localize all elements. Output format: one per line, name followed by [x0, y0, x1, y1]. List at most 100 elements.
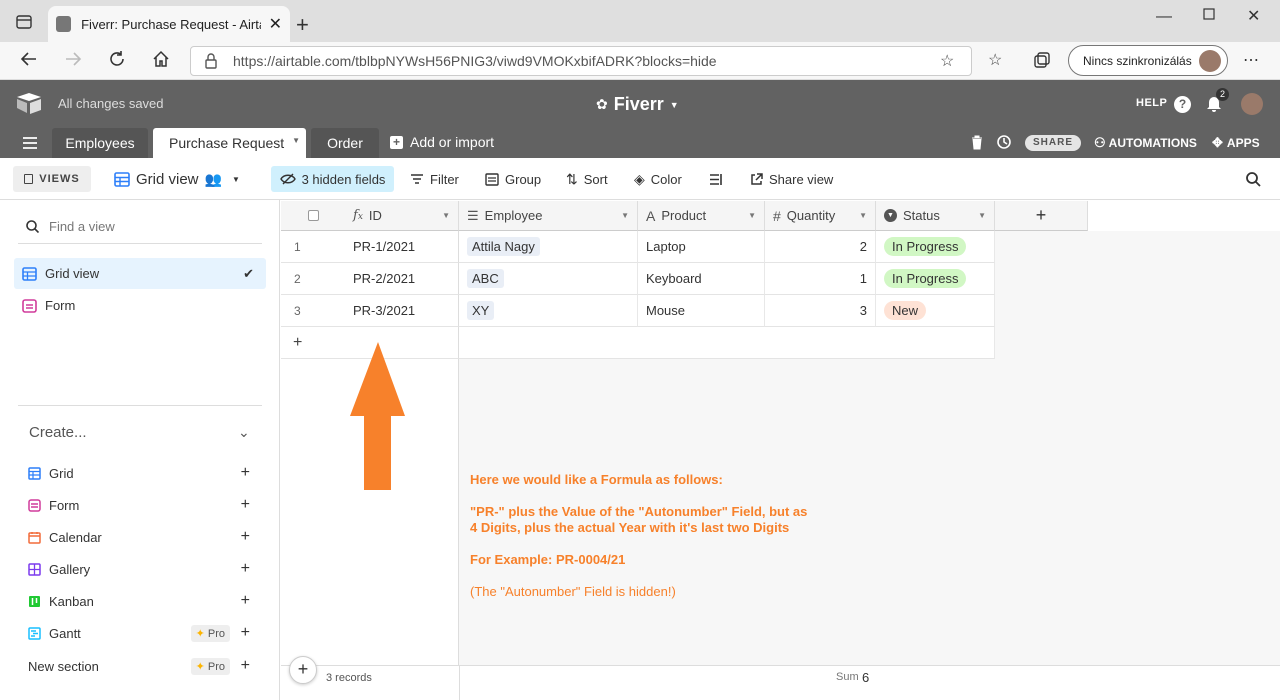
gallery-icon [28, 562, 41, 576]
create-gantt-item[interactable]: Gantt ✦ Pro + [28, 621, 250, 645]
linked-record-chip[interactable]: Attila Nagy [467, 237, 540, 256]
address-bar[interactable]: https://airtable.com/tblbpNYWsH56PNIG3/v… [190, 46, 972, 76]
views-toggle-button[interactable]: VIEWS [13, 166, 91, 192]
user-avatar[interactable] [1241, 93, 1263, 115]
table-tab-order[interactable]: Order [311, 128, 379, 158]
create-calendar-item[interactable]: Calendar + [28, 525, 250, 549]
row-height-button[interactable] [709, 166, 723, 192]
sum-label[interactable]: Sum [836, 671, 859, 683]
add-or-import-button[interactable]: + Add or import [390, 134, 494, 150]
column-header-quantity[interactable]: # Quantity ▼ [765, 201, 876, 231]
share-view-button[interactable]: Share view [750, 166, 833, 192]
favorites-icon[interactable]: ☆ [988, 50, 1002, 70]
find-view-search[interactable]: Find a view [18, 210, 262, 244]
number-field-icon: # [773, 207, 781, 224]
table-tab-purchase-request[interactable]: Purchase Request ▼ [153, 128, 306, 158]
linked-record-chip[interactable]: ABC [467, 269, 504, 288]
create-gallery-item[interactable]: Gallery + [28, 557, 250, 581]
back-icon[interactable] [20, 50, 38, 68]
profile-button[interactable]: Nincs szinkronizálás [1068, 45, 1228, 76]
add-favorite-icon[interactable]: ☆ [940, 51, 954, 71]
cell-id[interactable]: PR-1/2021 [345, 231, 459, 263]
sidebar-view-grid[interactable]: Grid view ✔ [14, 258, 266, 289]
minimize-icon[interactable]: — [1156, 8, 1172, 26]
base-name-button[interactable]: ✿ Fiverr ▼ [596, 94, 679, 115]
lock-icon[interactable] [204, 53, 218, 69]
select-all-header[interactable] [281, 201, 345, 231]
sidebar-view-form[interactable]: Form [14, 290, 266, 321]
search-icon[interactable] [1246, 166, 1261, 192]
row-number[interactable]: 2 [281, 263, 345, 295]
form-icon [28, 498, 41, 512]
text-field-icon: A [646, 207, 656, 224]
cell-id[interactable]: PR-3/2021 [345, 295, 459, 327]
group-button[interactable]: Group [485, 166, 541, 192]
calendar-icon [28, 531, 41, 544]
cell-product[interactable]: Laptop [638, 231, 765, 263]
tab-close-icon[interactable]: ✕ [269, 14, 282, 34]
home-icon[interactable] [152, 50, 170, 68]
create-kanban-item[interactable]: Kanban + [28, 589, 250, 613]
row-number[interactable]: 1 [281, 231, 345, 263]
forward-icon[interactable] [64, 50, 82, 68]
color-button[interactable]: ◈ Color [634, 166, 682, 192]
share-button[interactable]: SHARE [1025, 135, 1081, 151]
add-record-fab[interactable]: + [289, 656, 317, 684]
view-switcher[interactable]: Grid view 👥 ▼ [114, 166, 240, 192]
automations-button[interactable]: ⚇ AUTOMATIONS [1094, 135, 1197, 151]
cell-id[interactable]: PR-2/2021 [345, 263, 459, 295]
create-grid-item[interactable]: Grid + [28, 461, 250, 485]
cell-product[interactable]: Keyboard [638, 263, 765, 295]
cell-employee[interactable]: ABC [459, 263, 638, 295]
chevron-down-icon[interactable]: ⌄ [238, 424, 250, 441]
linked-record-chip[interactable]: XY [467, 301, 495, 320]
add-record-row-fill[interactable] [459, 327, 995, 359]
maximize-icon[interactable] [1203, 8, 1215, 20]
new-tab-icon[interactable]: + [296, 12, 309, 38]
create-new-section-item[interactable]: New section ✦ Pro + [28, 654, 250, 678]
sparkle-icon: ✦ [195, 627, 208, 640]
cell-status[interactable]: In Progress [876, 263, 995, 295]
pro-badge-label: Pro [207, 660, 225, 673]
views-label: VIEWS [39, 173, 80, 185]
help-icon[interactable]: ? [1174, 96, 1191, 113]
plus-icon: + [240, 657, 250, 674]
cell-quantity[interactable]: 3 [765, 295, 876, 327]
search-icon [26, 220, 39, 233]
row-number[interactable]: 3 [281, 295, 345, 327]
cell-quantity[interactable]: 1 [765, 263, 876, 295]
hidden-fields-button[interactable]: 3 hidden fields [271, 166, 394, 192]
cell-employee[interactable]: XY [459, 295, 638, 327]
browser-menu-icon[interactable]: ⋯ [1243, 50, 1259, 70]
column-header-product[interactable]: A Product ▼ [638, 201, 765, 231]
sort-button[interactable]: ⇅ Sort [566, 166, 608, 192]
table-tab-employees[interactable]: Employees [52, 128, 148, 158]
airtable-logo-icon[interactable] [16, 92, 42, 114]
tab-actions-icon[interactable] [16, 14, 32, 30]
create-form-item[interactable]: Form + [28, 493, 250, 517]
apps-button[interactable]: ✥ APPS [1212, 135, 1260, 151]
add-field-button[interactable]: + [995, 201, 1088, 231]
cell-status[interactable]: New [876, 295, 995, 327]
filter-button[interactable]: Filter [410, 166, 459, 192]
close-window-icon[interactable]: ✕ [1247, 6, 1260, 26]
column-header-status[interactable]: ▼ Status ▼ [876, 201, 995, 231]
column-header-id[interactable]: fx ID ▼ [345, 201, 459, 231]
cell-quantity[interactable]: 2 [765, 231, 876, 263]
trash-icon[interactable] [971, 135, 983, 150]
help-button[interactable]: HELP [1136, 97, 1167, 109]
cell-product[interactable]: Mouse [638, 295, 765, 327]
status-pill: New [884, 301, 927, 320]
cell-employee[interactable]: Attila Nagy [459, 231, 638, 263]
sum-value[interactable]: 6 [862, 670, 869, 685]
summary-divider [459, 665, 460, 700]
hamburger-menu-icon[interactable] [22, 136, 38, 150]
cell-status[interactable]: In Progress [876, 231, 995, 263]
save-status: All changes saved [58, 96, 164, 111]
browser-tab[interactable]: Fiverr: Purchase Request - Airtab ✕ [48, 6, 290, 42]
collections-icon[interactable] [1033, 51, 1051, 69]
column-header-employee[interactable]: ☰ Employee ▼ [459, 201, 638, 231]
refresh-icon[interactable] [108, 50, 126, 68]
history-icon[interactable] [996, 134, 1012, 150]
select-all-checkbox[interactable] [307, 210, 319, 221]
